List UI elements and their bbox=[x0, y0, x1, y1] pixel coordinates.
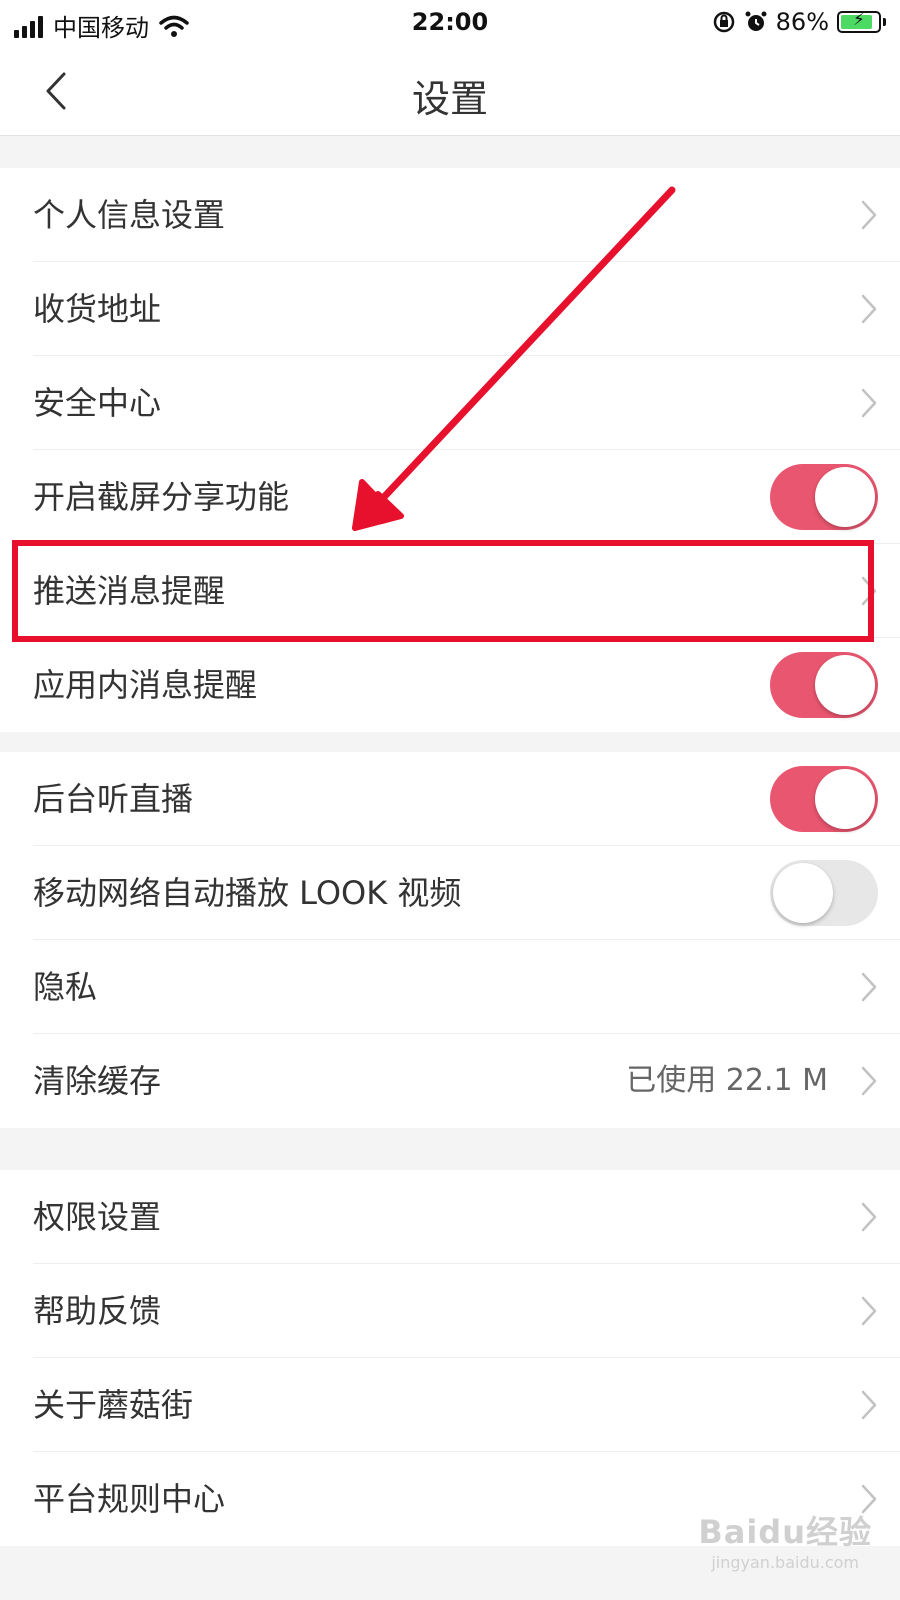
settings-row-label: 隐私 bbox=[33, 968, 98, 1006]
chevron-right-icon bbox=[861, 1390, 877, 1420]
chevron-right-icon bbox=[861, 1202, 877, 1232]
battery-charging-icon: ⚡ bbox=[837, 10, 881, 33]
chevron-right-icon bbox=[861, 1296, 877, 1326]
settings-row[interactable]: 移动网络自动播放 LOOK 视频 bbox=[0, 846, 900, 940]
battery-percent: 86% bbox=[775, 8, 829, 36]
status-right: 86% ⚡ bbox=[712, 8, 886, 36]
toggle-knob bbox=[815, 769, 875, 829]
chevron-right-icon bbox=[861, 294, 877, 324]
nav-bar: 设置 bbox=[0, 48, 900, 136]
settings-row-label: 安全中心 bbox=[33, 384, 162, 422]
settings-row-value: 已使用 22.1 M bbox=[626, 1063, 828, 1098]
settings-row[interactable]: 开启截屏分享功能 bbox=[0, 450, 900, 544]
settings-group: 后台听直播移动网络自动播放 LOOK 视频 隐私清除缓存 已使用 22.1 M bbox=[0, 752, 900, 1128]
chevron-right-icon bbox=[861, 1066, 877, 1096]
highlight-box bbox=[12, 540, 874, 642]
settings-row-label: 移动网络自动播放 LOOK 视频 bbox=[33, 874, 462, 912]
chevron-right-icon bbox=[861, 200, 877, 230]
status-bar: 中国移动 22:00 86% ⚡ bbox=[0, 0, 900, 48]
chevron-right-icon bbox=[861, 388, 877, 418]
charging-bolt-icon: ⚡ bbox=[853, 10, 865, 30]
settings-row[interactable]: 应用内消息提醒 bbox=[0, 638, 900, 732]
watermark: Baidu经验 jingyan.baidu.com bbox=[698, 1507, 872, 1572]
settings-row[interactable]: 安全中心 bbox=[0, 356, 900, 450]
alarm-icon bbox=[745, 11, 767, 31]
settings-row-label: 关于蘑菇街 bbox=[33, 1386, 194, 1424]
settings-row[interactable]: 隐私 bbox=[0, 940, 900, 1034]
settings-row[interactable]: 收货地址 bbox=[0, 262, 900, 356]
toggle-knob bbox=[815, 655, 875, 715]
settings-row-label: 帮助反馈 bbox=[33, 1292, 162, 1330]
toggle-switch[interactable] bbox=[770, 860, 878, 926]
watermark-url: jingyan.baidu.com bbox=[711, 1553, 859, 1572]
toggle-knob bbox=[815, 467, 875, 527]
page-title: 设置 bbox=[411, 77, 488, 121]
settings-row-label: 开启截屏分享功能 bbox=[33, 478, 290, 516]
battery-tip bbox=[883, 18, 886, 26]
toggle-knob bbox=[773, 863, 833, 923]
orientation-lock-icon bbox=[713, 11, 734, 33]
settings-row-label: 权限设置 bbox=[33, 1198, 162, 1236]
toggle-switch[interactable] bbox=[770, 766, 878, 832]
settings-row[interactable]: 关于蘑菇街 bbox=[0, 1358, 900, 1452]
settings-row-label: 应用内消息提醒 bbox=[33, 666, 258, 704]
settings-row[interactable]: 后台听直播 bbox=[0, 752, 900, 846]
settings-row-label: 平台规则中心 bbox=[33, 1480, 226, 1518]
settings-row-label: 后台听直播 bbox=[33, 780, 194, 818]
settings-group: 个人信息设置 收货地址 安全中心 开启截屏分享功能 推送消息提醒 应用内消息提醒 bbox=[0, 168, 900, 732]
settings-row-label: 收货地址 bbox=[33, 290, 162, 328]
settings-row[interactable]: 清除缓存 已使用 22.1 M bbox=[0, 1034, 900, 1128]
settings-row[interactable]: 个人信息设置 bbox=[0, 168, 900, 262]
settings-row[interactable]: 帮助反馈 bbox=[0, 1264, 900, 1358]
toggle-switch[interactable] bbox=[770, 464, 878, 530]
toggle-switch[interactable] bbox=[770, 652, 878, 718]
chevron-right-icon bbox=[861, 972, 877, 1002]
watermark-logo: Baidu经验 bbox=[698, 1513, 872, 1551]
settings-group: 权限设置帮助反馈关于蘑菇街平台规则中心 bbox=[0, 1170, 900, 1546]
settings-row-label: 清除缓存 bbox=[33, 1062, 162, 1100]
settings-row[interactable]: 权限设置 bbox=[0, 1170, 900, 1264]
settings-row-label: 个人信息设置 bbox=[33, 196, 226, 234]
